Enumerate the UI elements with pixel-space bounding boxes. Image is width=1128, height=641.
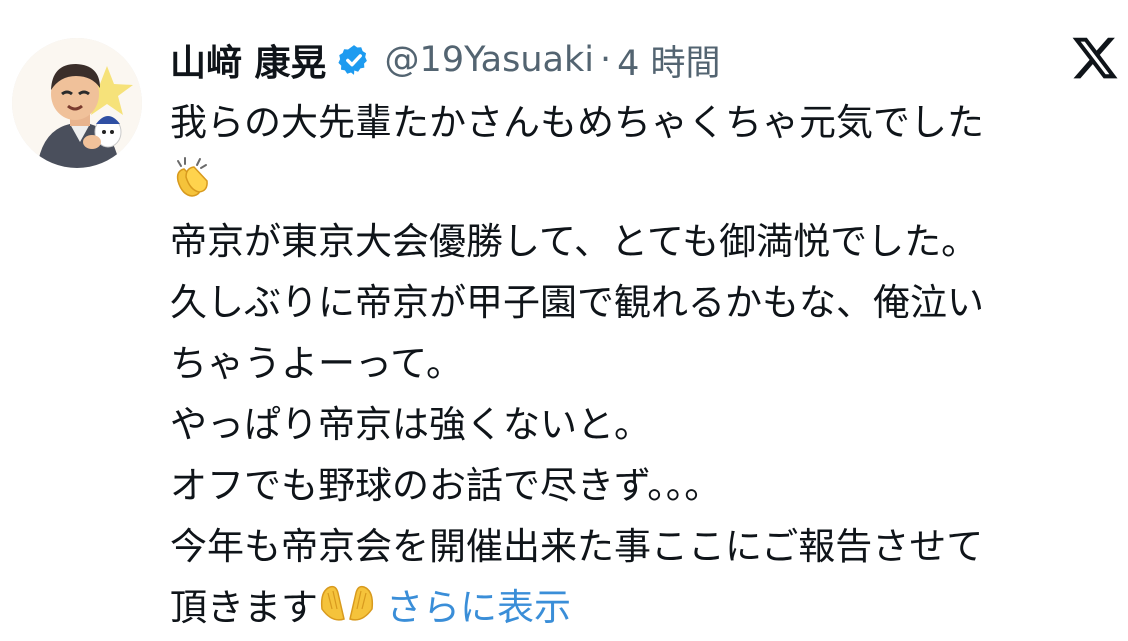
emoji-line	[170, 153, 1118, 211]
tweet-line: ちゃうよーって。	[170, 342, 464, 385]
tweet-line: 久しぶりに帝京が甲子園で観れるかもな、俺泣い	[170, 281, 984, 324]
last-line: 頂きます さらに表示	[170, 577, 1118, 638]
tweet-line: やっぱり帝京は強くないと。	[170, 403, 651, 446]
avatar[interactable]	[12, 38, 142, 168]
verified-badge-icon	[337, 43, 371, 77]
tweet-header: 山﨑 康晃 @19Yasuaki · 4 時間	[170, 30, 721, 90]
avatar-illustration	[12, 38, 142, 168]
tweet-line: 我らの大先輩たかさんもめちゃくちゃ元気でした	[170, 101, 984, 144]
tweet-line: 今年も帝京会を開催出来た事ここにご報告させて	[170, 525, 984, 568]
clapping-hands-emoji	[170, 155, 214, 217]
tweet-text: 我らの大先輩たかさんもめちゃくちゃ元気でした 帝京が東京大会優勝して、とても御満…	[170, 92, 1118, 638]
display-name[interactable]: 山﨑 康晃	[170, 34, 327, 86]
tweet-card: 山﨑 康晃 @19Yasuaki · 4 時間 我らの大先輩たかさんもめちゃくち…	[0, 0, 1128, 629]
tweet-line: 帝京が東京大会優勝して、とても御満悦でした。	[170, 220, 979, 263]
tweet-line: オフでも野球のお話で尽きず。。。	[170, 464, 722, 507]
raising-hands-emoji	[318, 579, 376, 641]
user-handle[interactable]: @19Yasuaki	[385, 40, 594, 80]
x-logo-icon[interactable]	[1070, 33, 1120, 83]
separator-dot: ·	[599, 40, 612, 80]
timestamp[interactable]: 4 時間	[617, 35, 720, 86]
